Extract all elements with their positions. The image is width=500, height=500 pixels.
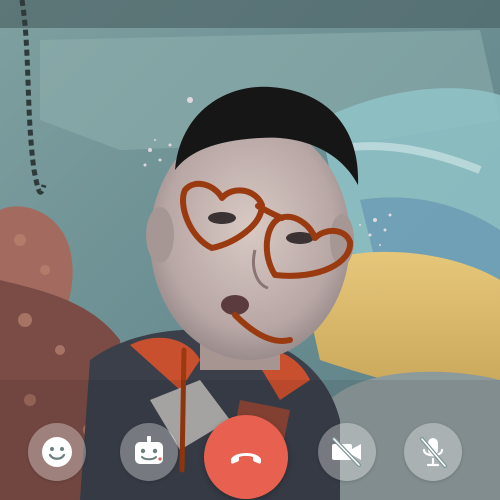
call-controls <box>0 390 500 500</box>
mic-toggle-button[interactable] <box>404 423 462 481</box>
smiley-face-icon <box>42 437 72 467</box>
effects-button[interactable] <box>120 423 178 481</box>
mic-off-icon <box>420 437 447 468</box>
video-call-screen <box>0 0 500 500</box>
end-call-button[interactable] <box>204 415 288 499</box>
video-toggle-button[interactable] <box>318 423 376 481</box>
emoji-button[interactable] <box>28 423 86 481</box>
hang-up-phone-icon <box>231 453 261 464</box>
robot-mask-icon <box>135 436 163 464</box>
video-off-icon <box>332 437 361 467</box>
